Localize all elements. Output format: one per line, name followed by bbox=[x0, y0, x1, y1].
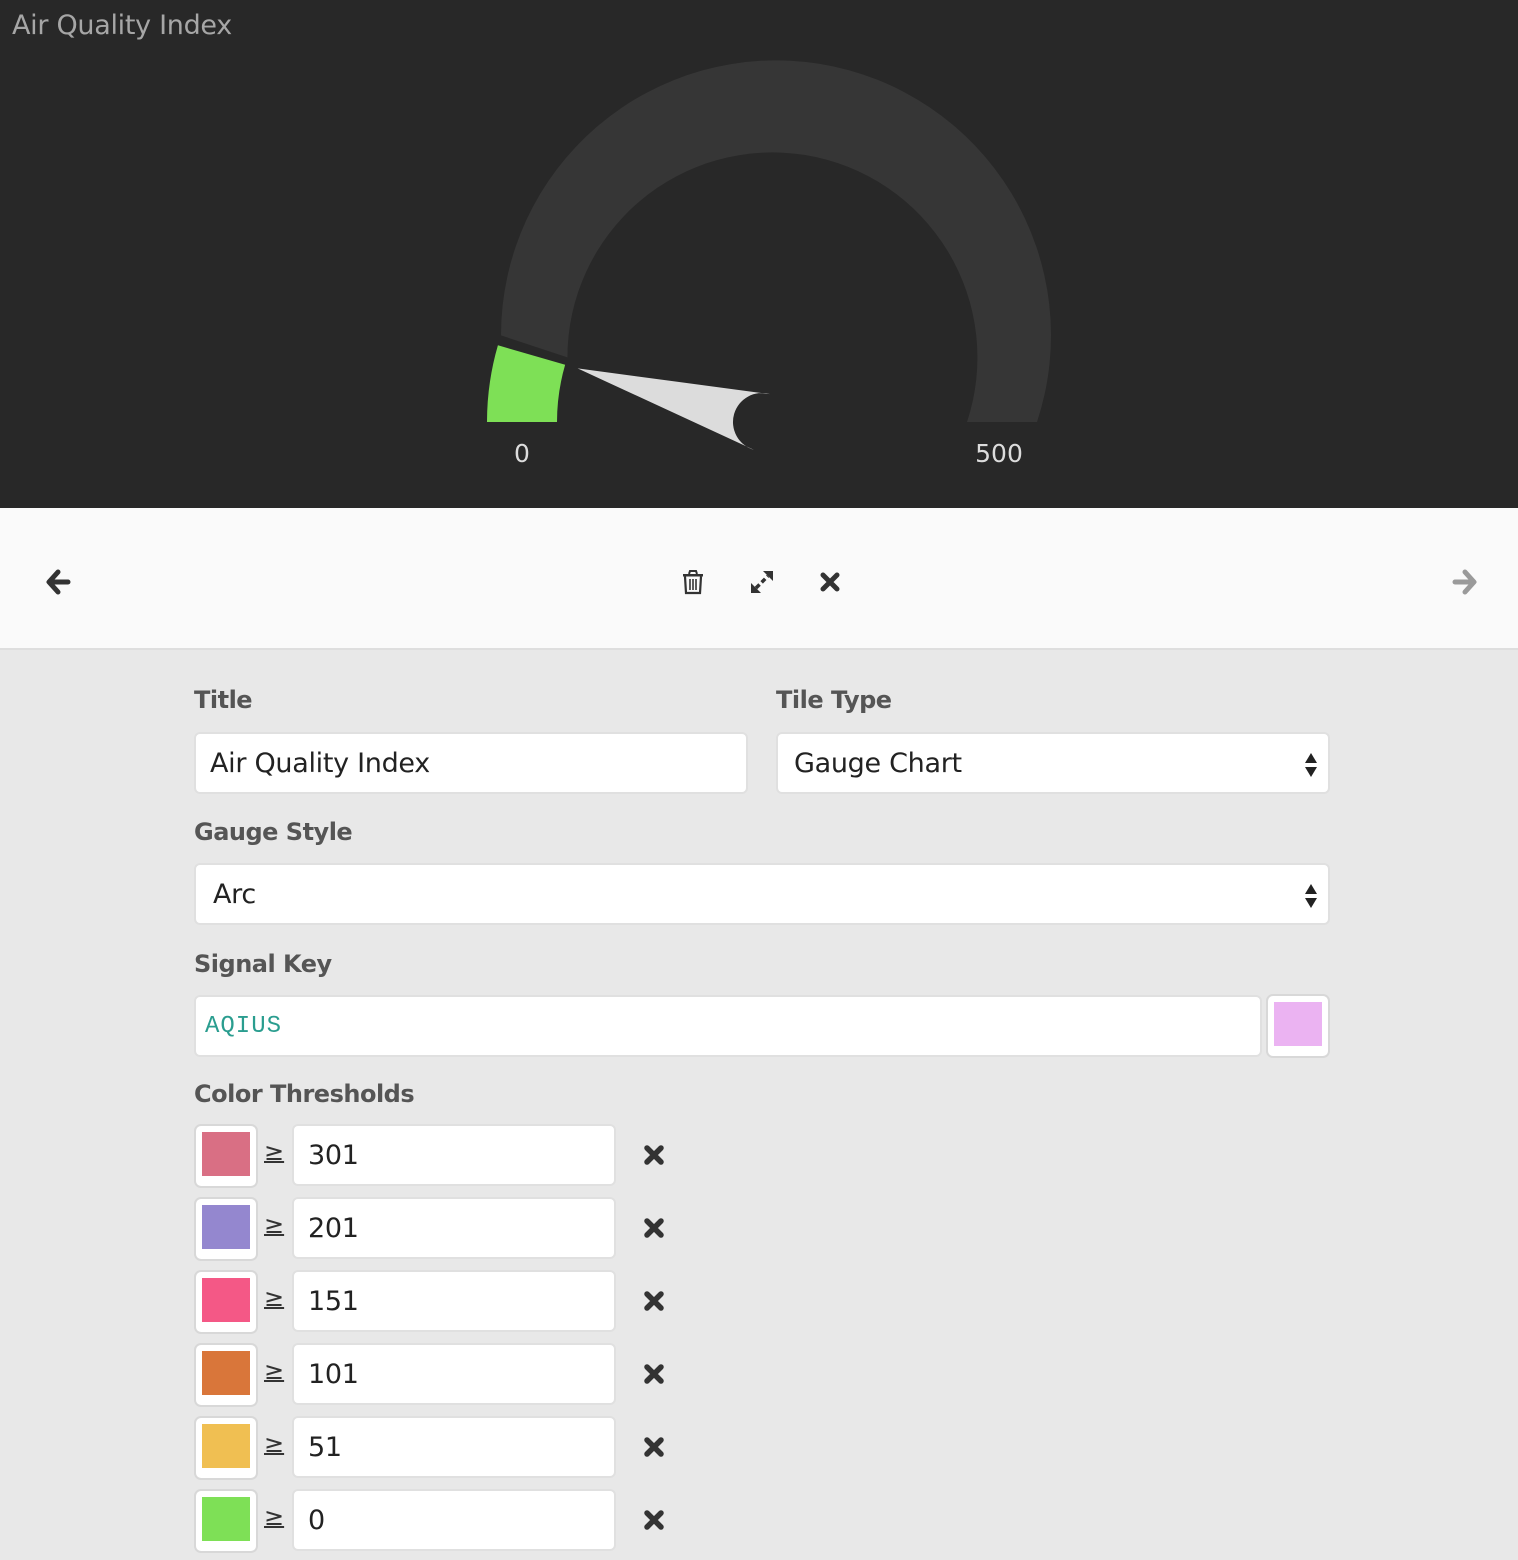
gauge-needle bbox=[577, 368, 771, 450]
color-thresholds-label: Color Thresholds bbox=[194, 1080, 415, 1108]
threshold-color-picker[interactable] bbox=[194, 1343, 258, 1407]
trash-icon bbox=[683, 570, 703, 595]
threshold-color-picker[interactable] bbox=[194, 1416, 258, 1480]
threshold-color-swatch bbox=[202, 1205, 250, 1249]
threshold-value-input[interactable]: 51 bbox=[292, 1416, 616, 1478]
signal-key-input[interactable]: AQIUS bbox=[194, 995, 1262, 1057]
remove-threshold-button[interactable] bbox=[641, 1288, 667, 1314]
gauge-value-arc bbox=[487, 345, 566, 422]
arrow-left-icon bbox=[46, 569, 71, 595]
close-x-icon bbox=[644, 1364, 664, 1384]
comparator-label: ≥ bbox=[264, 1138, 285, 1166]
signal-color-swatch bbox=[1274, 1002, 1322, 1046]
threshold-value: 51 bbox=[308, 1431, 342, 1463]
threshold-value-input[interactable]: 101 bbox=[292, 1343, 616, 1405]
gauge-style-select[interactable]: Arc bbox=[194, 863, 1330, 925]
signal-key-label: Signal Key bbox=[194, 950, 332, 978]
threshold-value-input[interactable]: 201 bbox=[292, 1197, 616, 1259]
tile-type-select[interactable]: Gauge Chart bbox=[776, 732, 1330, 794]
tile-type-value: Gauge Chart bbox=[794, 747, 962, 779]
comparator-label: ≥ bbox=[264, 1357, 285, 1385]
threshold-color-swatch bbox=[202, 1424, 250, 1468]
signal-color-picker[interactable] bbox=[1266, 994, 1330, 1058]
close-x-icon bbox=[644, 1510, 664, 1530]
gauge-max-label: 500 bbox=[975, 439, 1023, 468]
threshold-value: 201 bbox=[308, 1212, 359, 1244]
arrow-right-icon bbox=[1452, 569, 1477, 595]
signal-key-value: AQIUS bbox=[205, 1012, 283, 1040]
title-label: Title bbox=[194, 686, 253, 714]
close-x-icon bbox=[644, 1437, 664, 1457]
comparator-label: ≥ bbox=[264, 1284, 285, 1312]
threshold-value: 301 bbox=[308, 1139, 359, 1171]
close-x-icon bbox=[820, 572, 840, 592]
threshold-value: 151 bbox=[308, 1285, 359, 1317]
title-input[interactable]: Air Quality Index bbox=[194, 732, 748, 794]
remove-threshold-button[interactable] bbox=[641, 1215, 667, 1241]
comparator-label: ≥ bbox=[264, 1503, 285, 1531]
threshold-value: 0 bbox=[308, 1504, 325, 1536]
title-input-value: Air Quality Index bbox=[210, 747, 430, 779]
threshold-color-swatch bbox=[202, 1497, 250, 1541]
close-x-icon bbox=[644, 1145, 664, 1165]
threshold-value: 101 bbox=[308, 1358, 359, 1390]
select-arrows-icon bbox=[1305, 884, 1317, 908]
comparator-label: ≥ bbox=[264, 1430, 285, 1458]
delete-button[interactable] bbox=[675, 564, 711, 600]
close-button[interactable] bbox=[812, 564, 848, 600]
remove-threshold-button[interactable] bbox=[641, 1361, 667, 1387]
gauge-min-label: 0 bbox=[514, 439, 530, 468]
threshold-color-picker[interactable] bbox=[194, 1270, 258, 1334]
threshold-value-input[interactable]: 301 bbox=[292, 1124, 616, 1186]
threshold-color-picker[interactable] bbox=[194, 1489, 258, 1553]
gauge-tile: Air Quality Index 45 0 500 bbox=[0, 0, 1518, 508]
threshold-color-picker[interactable] bbox=[194, 1197, 258, 1261]
remove-threshold-button[interactable] bbox=[641, 1142, 667, 1168]
back-button[interactable] bbox=[40, 564, 76, 600]
close-x-icon bbox=[644, 1218, 664, 1238]
gauge-track-arc bbox=[500, 60, 1051, 422]
expand-arrows-icon bbox=[751, 571, 773, 593]
threshold-value-input[interactable]: 151 bbox=[292, 1270, 616, 1332]
remove-threshold-button[interactable] bbox=[641, 1507, 667, 1533]
select-arrows-icon bbox=[1305, 753, 1317, 777]
remove-threshold-button[interactable] bbox=[641, 1434, 667, 1460]
tile-toolbar bbox=[0, 508, 1518, 650]
threshold-color-picker[interactable] bbox=[194, 1124, 258, 1188]
close-x-icon bbox=[644, 1291, 664, 1311]
expand-button[interactable] bbox=[744, 564, 780, 600]
tile-type-label: Tile Type bbox=[776, 686, 892, 714]
comparator-label: ≥ bbox=[264, 1211, 285, 1239]
threshold-value-input[interactable]: 0 bbox=[292, 1489, 616, 1551]
gauge-style-value: Arc bbox=[213, 878, 256, 910]
gauge-chart: 45 0 500 bbox=[487, 58, 1051, 468]
threshold-color-swatch bbox=[202, 1351, 250, 1395]
gauge-style-label: Gauge Style bbox=[194, 818, 353, 846]
forward-button[interactable] bbox=[1447, 564, 1483, 600]
threshold-color-swatch bbox=[202, 1132, 250, 1176]
threshold-color-swatch bbox=[202, 1278, 250, 1322]
